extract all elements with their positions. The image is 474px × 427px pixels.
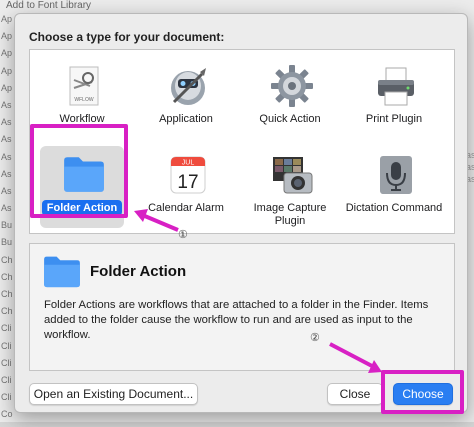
arrow-icon [329,342,382,373]
background-list-item: Ch [1,271,13,282]
background-list-item: Ap [1,65,13,76]
camera-icon [273,157,313,194]
type-print-plugin[interactable]: Print Plugin [342,58,446,142]
type-label: Print Plugin [365,113,423,125]
background-list-item: Ap [1,31,13,42]
background-list-item: As [1,203,12,214]
background-list-item: Cli [1,374,12,385]
background-list: Ap Ap Ap Ap Ap As As As As As As As Bu B… [0,14,14,427]
background-list-item: Bu [1,220,13,231]
type-dictation-command[interactable]: Dictation Command [342,147,446,231]
background-list-item: Ap [1,48,13,59]
workflow-script-icon: WFLOW [69,66,99,106]
background-list-item: Ch [1,306,13,317]
printer-icon [378,67,414,106]
background-list-item: Ap [1,14,13,24]
type-label: Quick Action [259,113,321,125]
background-list-item: Cli [1,357,12,368]
type-image-capture-plugin[interactable]: Image Capture Plugin [238,147,342,231]
background-list-item: As [1,99,12,110]
dialog-title: Choose a type for your document: [29,30,225,44]
highlight-box-choose [381,370,464,414]
gear-icon [271,65,313,107]
background-list-item: Ch [1,254,13,265]
background-list-item: As [1,168,12,179]
description-text: Folder Actions are workflows that are at… [44,299,429,341]
background-list-item: As [1,151,12,162]
automator-robot-icon [171,68,206,105]
description-panel: Folder Action Folder Actions are workflo… [29,243,455,371]
type-label: Application [159,113,213,125]
type-application[interactable]: Application [134,58,238,142]
close-button[interactable]: Close [327,383,383,405]
folder-icon [44,256,80,288]
type-label: Dictation Command [345,202,443,214]
background-list-item: Bu [1,237,13,248]
step-number-2: ② [310,332,320,344]
calendar-month: JUL [182,160,195,167]
open-existing-document-button[interactable]: Open an Existing Document... [29,383,198,405]
background-title: Add to Font Library [6,0,92,11]
background-list-item: Ch [1,289,13,299]
type-quick-action[interactable]: Quick Action [238,58,342,142]
highlight-box-folder-action [30,124,128,218]
microphone-icon [380,156,412,194]
background-list-item: Cli [1,392,12,403]
step-number-1: ① [178,229,188,241]
background-list-item: Ap [1,82,13,93]
background-list-item: As [1,185,12,196]
background-list-item: As [1,117,12,128]
workflow-icon-text: WFLOW [74,97,93,103]
background-list-item: Cli [1,323,12,334]
description-title: Folder Action [90,263,187,280]
background-list-item: Cli [1,340,12,351]
type-label: Image Capture Plugin [253,202,327,227]
calendar-icon: JUL 17 [170,156,206,194]
background-list-item: As [1,134,12,145]
calendar-day: 17 [177,172,198,193]
background-list-item: Co [1,409,13,420]
